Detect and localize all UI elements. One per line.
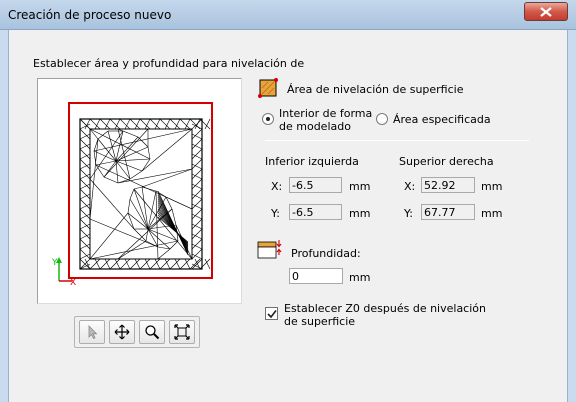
title-bar: Creación de proceso nuevo — [0, 0, 576, 30]
dialog-body: Establecer área y profundidad para nivel… — [8, 30, 568, 402]
upper-right-y-unit: mm — [481, 207, 503, 220]
axis-y-label: Y — [51, 258, 58, 268]
fit-view-icon — [174, 324, 190, 340]
set-z0-label[interactable]: Establecer Z0 después de nivelación de su… — [284, 302, 486, 328]
lower-left-heading: Inferior izquierda — [265, 155, 359, 168]
specified-area-radio[interactable] — [376, 113, 388, 125]
pointer-icon — [88, 325, 98, 340]
close-icon — [540, 7, 552, 17]
lower-left-x-unit: mm — [349, 180, 371, 193]
pan-tool-button[interactable] — [109, 320, 135, 344]
depth-unit: mm — [349, 271, 371, 284]
upper-right-y-field[interactable]: 67.77 — [421, 204, 475, 220]
axis-x-label: X — [70, 278, 76, 288]
upper-right-x-unit: mm — [481, 180, 503, 193]
interior-radio[interactable] — [262, 113, 274, 125]
pan-icon — [114, 324, 130, 340]
checkmark-icon — [267, 310, 277, 319]
specified-area-label[interactable]: Área especificada — [393, 113, 491, 126]
zoom-tool-button[interactable] — [139, 320, 165, 344]
preview-panel[interactable]: Y X — [37, 78, 242, 304]
depth-input[interactable]: 0 — [289, 268, 343, 284]
lower-left-y-field[interactable]: -6.5 — [289, 204, 342, 220]
depth-icon — [257, 240, 282, 259]
zoom-icon — [145, 325, 160, 340]
section-separator — [265, 140, 529, 141]
window-title: Creación de proceso nuevo — [8, 8, 172, 22]
lower-left-x-label: X: — [271, 180, 283, 193]
interior-option-label[interactable]: Interior de forma de modelado — [279, 107, 372, 133]
depth-label: Profundidad: — [291, 247, 361, 260]
surface-area-icon — [258, 78, 278, 98]
model-mesh — [79, 118, 211, 270]
model-preview: Y X — [51, 102, 213, 288]
upper-right-x-field[interactable]: 52.92 — [421, 177, 475, 193]
set-z0-checkbox[interactable] — [265, 307, 278, 320]
fit-view-button[interactable] — [169, 320, 195, 344]
lower-left-y-unit: mm — [349, 207, 371, 220]
select-tool-button[interactable] — [79, 320, 105, 344]
instruction-text: Establecer área y profundidad para nivel… — [33, 57, 305, 70]
lower-left-x-field[interactable]: -6.5 — [289, 177, 342, 193]
close-button[interactable] — [524, 2, 568, 21]
lower-left-y-label: Y: — [271, 207, 280, 220]
upper-right-heading: Superior derecha — [399, 155, 494, 168]
view-toolbar — [74, 316, 200, 348]
area-label: Área de nivelación de superficie — [287, 83, 464, 96]
upper-right-y-label: Y: — [404, 207, 413, 220]
upper-right-x-label: X: — [404, 180, 416, 193]
